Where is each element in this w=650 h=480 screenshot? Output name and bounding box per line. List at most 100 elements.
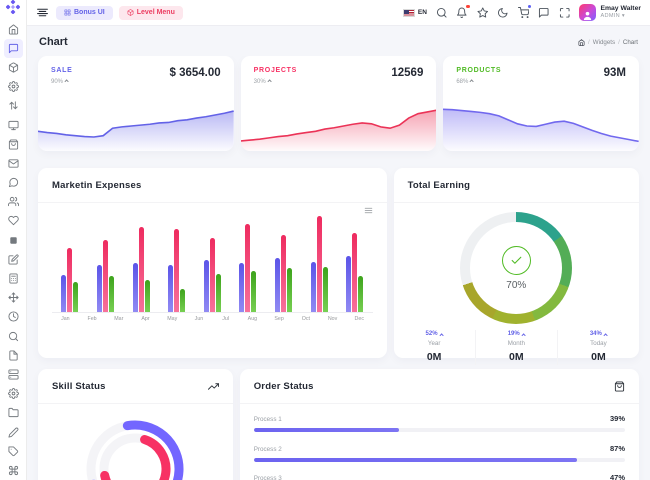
- menu-toggle-icon[interactable]: [36, 6, 49, 19]
- sidebar-item-calculator[interactable]: [4, 269, 23, 288]
- bar-series-green[interactable]: [216, 274, 221, 312]
- bar-group: [311, 216, 328, 312]
- bar-series-pink[interactable]: [317, 216, 322, 312]
- breadcrumb-item[interactable]: Widgets: [593, 39, 615, 46]
- bar-series-purple[interactable]: [275, 258, 280, 312]
- sidebar-item-edit[interactable]: [4, 250, 23, 269]
- bar-series-green[interactable]: [109, 276, 114, 312]
- bar-series-green[interactable]: [358, 276, 363, 312]
- sidebar-item-swap-vertical[interactable]: [4, 96, 23, 115]
- earning-stat-year: 52% Year0M: [394, 330, 475, 365]
- message-square-icon[interactable]: [538, 7, 550, 19]
- x-axis-label: Mar: [105, 316, 132, 322]
- language-label: EN: [418, 9, 427, 16]
- bar-series-purple[interactable]: [97, 265, 102, 312]
- bar-series-pink[interactable]: [281, 235, 286, 312]
- header-badges: Bonus UI Level Menu: [56, 6, 183, 20]
- bar-series-green[interactable]: [180, 289, 185, 312]
- bar-series-pink[interactable]: [67, 248, 72, 312]
- sidebar-item-command[interactable]: [4, 461, 23, 480]
- shopping-cart-icon[interactable]: [518, 7, 530, 19]
- bell-icon[interactable]: [456, 7, 468, 19]
- marketing-expenses-card: Marketin Expenses JanFebMarAprMayJunJulA…: [38, 168, 387, 358]
- progress-label: Process 1: [254, 416, 282, 423]
- sidebar-item-server[interactable]: [4, 365, 23, 384]
- bar-series-purple[interactable]: [239, 263, 244, 312]
- stat-label: SALE: [51, 67, 72, 74]
- progress-track: [254, 428, 625, 432]
- progress-percent: 39%: [610, 414, 625, 423]
- star-icon[interactable]: [477, 7, 489, 19]
- chart-menu-icon[interactable]: [364, 206, 373, 217]
- bar-series-green[interactable]: [323, 267, 328, 312]
- stat-card-sale: SALE90% $ 3654.00: [38, 56, 234, 151]
- bar-series-green[interactable]: [287, 268, 292, 312]
- donut-percentage: 70%: [506, 280, 526, 291]
- sidebar-item-home[interactable]: [4, 20, 23, 39]
- sidebar-item-search[interactable]: [4, 327, 23, 346]
- sidebar-item-clock[interactable]: [4, 307, 23, 326]
- bar-series-pink[interactable]: [352, 233, 357, 312]
- home-icon[interactable]: [578, 39, 585, 46]
- sidebar-item-message-square-active[interactable]: [4, 39, 23, 58]
- header-icons: [436, 7, 571, 19]
- bar-series-pink[interactable]: [103, 240, 108, 312]
- bar-series-pink[interactable]: [139, 227, 144, 312]
- sidebar-item-pen[interactable]: [4, 422, 23, 441]
- trending-up-icon[interactable]: [208, 381, 219, 392]
- sidebar-item-settings[interactable]: [4, 384, 23, 403]
- sidebar-item-heart[interactable]: [4, 211, 23, 230]
- bar-group: [275, 235, 292, 312]
- progress-percent: 47%: [610, 473, 625, 480]
- sidebar-item-file[interactable]: [4, 346, 23, 365]
- moon-icon[interactable]: [497, 7, 509, 19]
- bar-series-green[interactable]: [251, 271, 256, 312]
- sidebar-item-users[interactable]: [4, 192, 23, 211]
- logo-diamonds-icon: [6, 0, 20, 14]
- sidebar-item-tag[interactable]: [4, 442, 23, 461]
- order-status-title: Order Status: [254, 381, 314, 392]
- sidebar-item-square[interactable]: [4, 231, 23, 250]
- sidebar-item-move[interactable]: [4, 288, 23, 307]
- stat-change: 90%: [51, 79, 72, 85]
- bar-series-purple[interactable]: [311, 262, 316, 312]
- badge-bonus-ui[interactable]: Bonus UI: [56, 6, 113, 20]
- search-icon[interactable]: [436, 7, 448, 19]
- bar-group: [204, 238, 221, 312]
- bar-chart-plot: [52, 217, 373, 313]
- maximize-icon[interactable]: [559, 7, 571, 19]
- bar-series-purple[interactable]: [168, 265, 173, 312]
- user-role: Admin ▾: [600, 13, 641, 20]
- earning-donut-chart: 70%: [460, 212, 572, 324]
- sidebar-item-box[interactable]: [4, 58, 23, 77]
- bar-series-purple[interactable]: [61, 275, 66, 312]
- status-row: Skill Status Order Status Process 139%Pr…: [38, 369, 639, 480]
- bar-chart-x-labels: JanFebMarAprMayJunJulAugSepOctNovDec: [52, 316, 373, 322]
- sidebar-item-settings[interactable]: [4, 77, 23, 96]
- sidebar-item-shopping-bag[interactable]: [4, 135, 23, 154]
- bar-series-pink[interactable]: [210, 238, 215, 312]
- sidebar-item-folder[interactable]: [4, 403, 23, 422]
- shopping-bag-icon[interactable]: [614, 381, 625, 392]
- bar-series-purple[interactable]: [133, 263, 138, 312]
- page-title: Chart: [39, 36, 68, 48]
- bar-series-purple[interactable]: [346, 256, 351, 312]
- skill-radial-chart: [38, 404, 233, 480]
- progress-row-process-2: Process 287%: [254, 444, 625, 462]
- bar-series-purple[interactable]: [204, 260, 209, 312]
- sidebar-item-mail[interactable]: [4, 154, 23, 173]
- progress-row-process-1: Process 1 39%: [254, 414, 625, 432]
- bar-series-pink[interactable]: [245, 224, 250, 312]
- progress-row-process-3: Process 347%: [254, 473, 625, 480]
- app-logo[interactable]: [0, 0, 26, 15]
- language-selector[interactable]: EN: [403, 9, 427, 17]
- bar-series-green[interactable]: [73, 282, 78, 312]
- bar-series-pink[interactable]: [174, 229, 179, 312]
- badge-level-menu[interactable]: Level Menu: [119, 6, 183, 20]
- bar-series-green[interactable]: [145, 280, 150, 312]
- sidebar-item-message-circle[interactable]: [4, 173, 23, 192]
- bar-group: [346, 233, 363, 312]
- user-menu[interactable]: Emay Walter Admin ▾: [579, 4, 641, 21]
- sidebar-item-monitor[interactable]: [4, 115, 23, 134]
- stat-card-projects: PROJECTS30% 12569: [241, 56, 437, 151]
